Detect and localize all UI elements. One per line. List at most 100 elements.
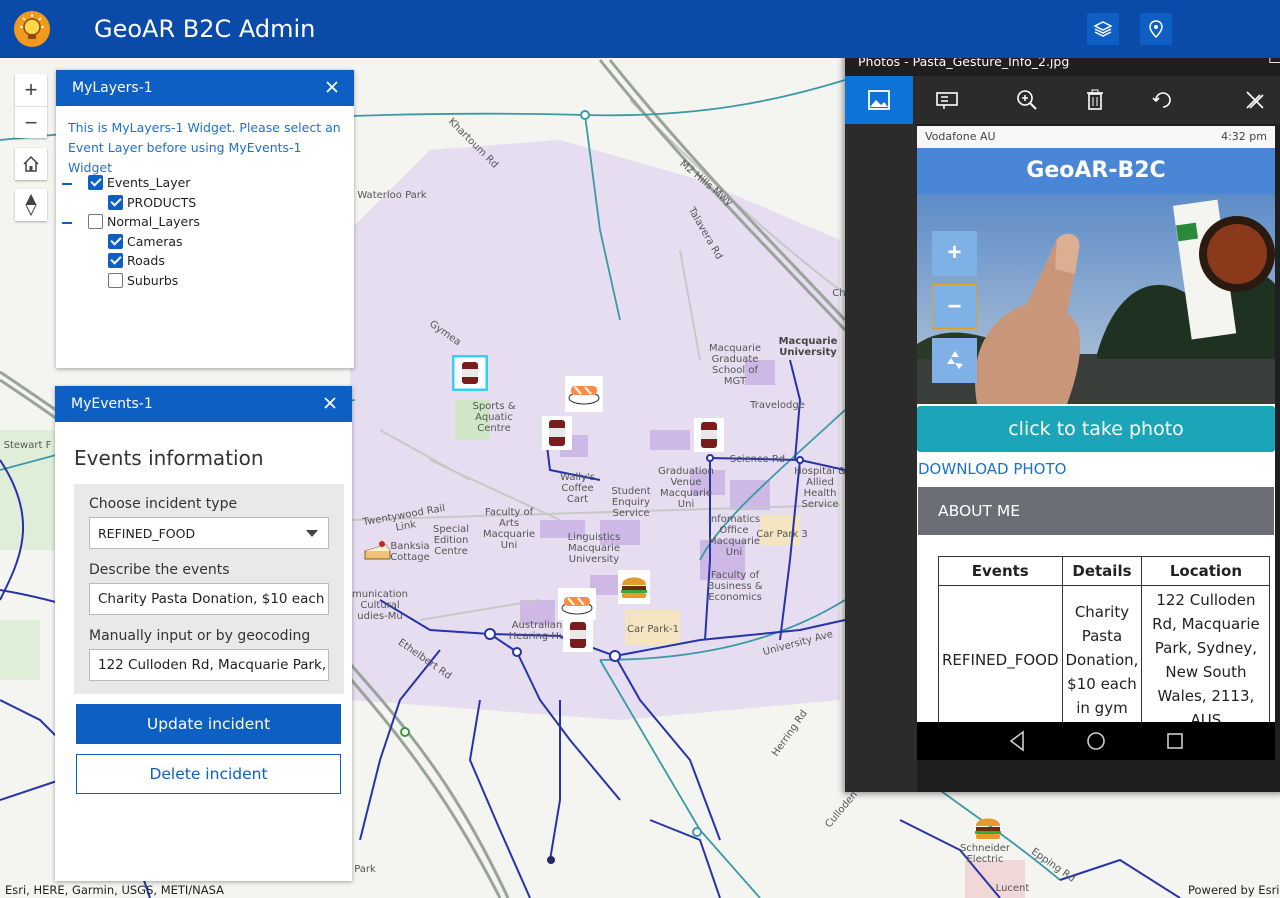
phone-zoom-in-button[interactable]: +: [932, 231, 977, 276]
map-label-australian-hearing: Australian Hearing Hu: [508, 620, 566, 642]
map-label-car-park-3: Car Park 3: [756, 529, 808, 540]
table-cell-location: 122 Culloden Rd, Macquarie Park, Sydney,…: [1141, 585, 1271, 735]
map-label-faculty-business: Faculty of Business & Economics: [707, 570, 763, 603]
burger-marker[interactable]: [972, 812, 1004, 844]
zoom-out-button[interactable]: −: [15, 106, 47, 138]
map-label-lucent: Lucent: [995, 883, 1030, 894]
tree-item-normal-layers[interactable]: Normal_Layers: [88, 214, 200, 229]
table-cell-details: Charity Pasta Donation, $10 each in gym: [1061, 585, 1143, 735]
table-header: Details: [1061, 556, 1143, 586]
checkbox[interactable]: [88, 214, 103, 229]
cake-marker[interactable]: [362, 533, 392, 563]
rotate-tool[interactable]: [1129, 76, 1197, 124]
tree-item-roads[interactable]: Roads: [108, 253, 165, 268]
phone-zoom-out-button[interactable]: −: [932, 284, 977, 329]
home-button[interactable]: [15, 148, 47, 180]
map-label-science-rd: Science Rd: [729, 454, 786, 465]
map-label-graduation-venue: Graduation Venue Macquarie Uni: [658, 466, 714, 510]
home-icon: [23, 155, 39, 172]
event-info-table: Events Details Location REFINED_FOOD Cha…: [938, 556, 1271, 735]
phone-app-title: GeoAR-B2C: [917, 148, 1275, 194]
zoom-tool[interactable]: [993, 76, 1061, 124]
recents-icon[interactable]: [1167, 733, 1183, 749]
map-label-communication: munication Cultural udies-Mu: [352, 589, 408, 622]
download-photo-link[interactable]: DOWNLOAD PHOTO: [918, 460, 1066, 478]
edit-tool[interactable]: [1221, 76, 1280, 124]
compass-button[interactable]: [15, 189, 47, 221]
slideshow-tool[interactable]: [913, 76, 981, 124]
map-label-special-edition: Special Edition Centre: [432, 524, 470, 557]
events-widget: MyEvents-1 Events information Choose inc…: [55, 386, 352, 881]
ar-camera-view: + −: [917, 194, 1275, 404]
collapse-toggle[interactable]: [62, 222, 72, 224]
describe-label: Describe the events: [89, 562, 230, 578]
table-header: Location: [1141, 556, 1271, 586]
table-cell-event: REFINED_FOOD: [938, 585, 1063, 735]
zoom-in-icon: [1017, 90, 1037, 110]
location-label: Manually input or by geocoding: [89, 628, 311, 644]
checkbox[interactable]: [108, 195, 123, 210]
carrier-label: Vodafone AU: [925, 130, 996, 143]
view-image-tool[interactable]: [845, 76, 913, 124]
close-icon[interactable]: [324, 79, 340, 95]
phone-screenshot: Vodafone AU 4:32 pm GeoAR-B2C + − click …: [917, 126, 1275, 760]
canned-food-marker[interactable]: [563, 618, 593, 652]
tree-item-products[interactable]: PRODUCTS: [108, 195, 196, 210]
events-widget-title: MyEvents-1: [71, 396, 153, 412]
table-header-row: Events Details Location: [938, 556, 1271, 586]
map-label-faculty-arts: Faculty of Arts Macquarie Uni: [482, 507, 536, 551]
canned-food-marker[interactable]: [542, 416, 572, 450]
location-button[interactable]: [1140, 13, 1172, 45]
product-marker-selected[interactable]: [452, 355, 488, 391]
events-widget-header: MyEvents-1: [55, 386, 352, 422]
photos-toolbar: [845, 76, 1280, 124]
about-me-bar[interactable]: ABOUT ME: [918, 487, 1274, 535]
update-incident-button[interactable]: Update incident: [76, 704, 341, 744]
map-label-macquarie-university: Macquarie University: [778, 336, 838, 358]
close-icon[interactable]: [322, 395, 338, 411]
map-label-student-enquiry: Student Enquiry Service: [611, 486, 651, 519]
incident-type-label: Choose incident type: [89, 496, 238, 512]
incident-type-select[interactable]: REFINED_FOOD: [89, 517, 329, 549]
compass-icon: [25, 194, 37, 216]
map-label-schneider: Schneider Electric: [959, 843, 1011, 865]
collapse-toggle[interactable]: [62, 183, 72, 185]
map-label-waterloo-park: Waterloo Park: [357, 190, 427, 201]
tree-item-suburbs[interactable]: Suburbs: [108, 273, 178, 288]
map-label-mgsm: Macquarie Graduate School of MGT: [708, 343, 762, 387]
map-label-wallys-coffee: Wally's Coffee Cart: [560, 472, 595, 505]
location-input[interactable]: 122 Culloden Rd, Macquarie Park, Sydney: [89, 649, 329, 681]
home-circle-icon[interactable]: [1087, 732, 1105, 750]
checkbox[interactable]: [108, 273, 123, 288]
events-heading: Events information: [74, 446, 264, 470]
image-icon: [868, 90, 890, 110]
zoom-in-button[interactable]: +: [15, 74, 47, 106]
event-form: Choose incident type REFINED_FOOD Descri…: [74, 484, 344, 694]
table-header: Events: [938, 556, 1063, 586]
checkbox[interactable]: [88, 175, 103, 190]
burger-marker[interactable]: [618, 570, 650, 604]
delete-tool[interactable]: [1061, 76, 1129, 124]
photos-side-strip: [845, 124, 917, 792]
layers-widget-header: MyLayers-1: [56, 70, 354, 106]
tree-item-cameras[interactable]: Cameras: [108, 234, 183, 249]
map-label-park: Park: [354, 864, 376, 875]
trash-icon: [1087, 89, 1103, 110]
chevron-down-icon: [306, 530, 318, 537]
pin-icon: [1149, 20, 1163, 39]
phone-recycle-button[interactable]: [932, 338, 977, 383]
take-photo-button[interactable]: click to take photo: [917, 406, 1275, 452]
tree-item-events-layer[interactable]: Events_Layer: [88, 175, 190, 190]
canned-food-marker[interactable]: [694, 418, 724, 452]
describe-input[interactable]: Charity Pasta Donation, $10 each in gym: [89, 583, 329, 615]
checkbox[interactable]: [108, 234, 123, 249]
back-icon[interactable]: [1009, 730, 1024, 752]
layers-widget-intro: This is MyLayers-1 Widget. Please select…: [68, 120, 341, 175]
sushi-marker[interactable]: [558, 588, 596, 620]
zoom-controls: + −: [15, 74, 47, 138]
layers-button[interactable]: [1087, 13, 1119, 45]
sushi-marker[interactable]: [565, 376, 603, 412]
delete-incident-button[interactable]: Delete incident: [76, 754, 341, 794]
checkbox[interactable]: [108, 253, 123, 268]
powered-by-esri[interactable]: Powered by Esri: [1188, 883, 1280, 897]
